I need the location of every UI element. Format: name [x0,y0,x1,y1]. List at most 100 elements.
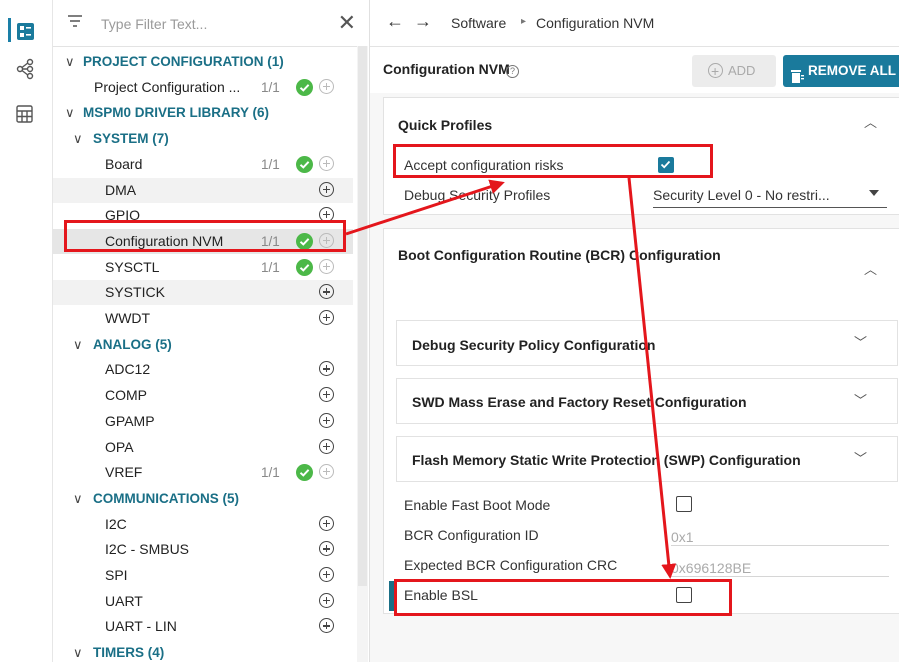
breadcrumb: ← → Software ▸ Configuration NVM [370,0,899,47]
breadcrumb-item-current: Configuration NVM [536,15,655,31]
add-circle-icon[interactable] [319,258,334,274]
select-underline [653,207,887,208]
breadcrumb-separator-icon: ▸ [521,16,527,27]
add-circle-icon[interactable] [319,438,334,454]
tree-item-label: UART [105,592,143,609]
expand-chevron-down-icon[interactable]: ﹀ [854,332,867,351]
remove-all-button[interactable]: REMOVE ALL [783,55,899,87]
debug-policy-section[interactable]: Debug Security Policy Configuration ﹀ [396,320,898,366]
tree-item[interactable]: VREF 1/1 [53,460,353,485]
add-circle-icon[interactable] [319,567,334,582]
debug-profiles-select[interactable]: Security Level 0 - No restri... [653,187,830,203]
bcr-title: Boot Configuration Routine (BCR) Configu… [398,247,721,263]
tree-category[interactable]: ∨ PROJECT CONFIGURATION (1) [53,49,353,74]
add-button-label: ADD [728,63,756,78]
tree-item[interactable]: COMP [53,383,353,408]
instance-count: 1/1 [261,259,280,275]
tree-item[interactable]: GPAMP [53,409,353,434]
tree-category[interactable]: ∨ COMMUNICATIONS (5) [53,486,353,511]
input-underline [671,545,889,546]
add-circle-icon[interactable] [319,464,334,480]
bcr-crc-label: Expected BCR Configuration CRC [404,557,618,573]
tree-category-label: ANALOG (5) [93,336,172,352]
hierarchy-icon[interactable] [8,52,42,86]
tree-item[interactable]: WWDT [53,306,353,331]
tree-category[interactable]: ∨ TIMERS (4) [53,640,353,665]
add-circle-icon[interactable] [319,592,334,608]
collapse-chevron-up-icon[interactable]: ︿ [864,112,877,131]
add-circle-icon[interactable] [319,412,334,428]
add-circle-icon[interactable] [319,232,334,248]
enable-bsl-label: Enable BSL [404,587,478,603]
tree-item[interactable]: Board 1/1 [53,152,353,177]
tree-item[interactable]: SPI [53,563,353,588]
filter-icon[interactable] [67,14,83,33]
swd-mass-erase-section[interactable]: SWD Mass Erase and Factory Reset Configu… [396,378,898,424]
tree-category[interactable]: ∨ SYSTEM (7) [53,126,353,151]
add-button[interactable]: + ADD [692,55,776,87]
chevron-down-icon[interactable]: ∨ [73,126,83,151]
chevron-down-icon[interactable]: ∨ [73,640,83,665]
chevron-down-icon[interactable]: ∨ [65,49,75,74]
enable-bsl-checkbox[interactable] [676,587,692,603]
filter-bar: Type Filter Text... ✕ [53,0,368,47]
tree-item[interactable]: UART - LIN [53,614,353,639]
quick-profiles-card: Quick Profiles ︿ Accept configuration ri… [383,97,899,215]
add-circle-icon[interactable] [319,515,334,531]
swp-section[interactable]: Flash Memory Static Write Protection (SW… [396,436,898,482]
add-circle-icon[interactable] [319,181,334,197]
help-icon[interactable]: ? [506,65,519,78]
tree-item[interactable]: UART [53,589,353,614]
fast-boot-checkbox[interactable] [676,496,692,512]
layout-icon[interactable] [8,14,42,48]
expand-chevron-down-icon[interactable]: ﹀ [854,390,867,409]
tree-item-label: GPAMP [105,412,155,429]
tree-item[interactable]: DMA [53,177,353,203]
add-circle-icon[interactable] [319,207,334,223]
back-arrow-icon[interactable]: ← [386,11,404,32]
tree-item[interactable]: SYSTICK [53,280,353,306]
bcr-config-id-label: BCR Configuration ID [404,527,539,543]
add-circle-icon[interactable] [319,78,334,94]
tree-item[interactable]: ADC12 [53,357,353,382]
tree-item[interactable]: OPA [53,435,353,460]
chevron-down-icon[interactable]: ∨ [73,332,83,357]
tree-item[interactable]: I2C [53,512,353,537]
add-circle-icon[interactable] [319,361,334,377]
tree-scrollbar[interactable] [357,46,368,662]
scroll-thumb[interactable] [358,46,367,586]
add-circle-icon[interactable] [319,155,334,171]
bcr-config-id-input[interactable]: 0x1 [671,529,694,545]
close-icon[interactable]: ✕ [338,10,356,36]
forward-arrow-icon[interactable]: → [414,11,432,32]
instance-count: 1/1 [261,233,280,249]
add-circle-icon[interactable] [319,618,334,634]
input-underline [671,576,889,577]
tree-item[interactable]: Configuration NVM 1/1 [53,228,353,254]
tree-item-label: ADC12 [105,361,151,378]
add-circle-icon[interactable] [319,284,334,300]
bcr-crc-input[interactable]: 0x696128BE [671,560,751,576]
tree-item[interactable]: I2C - SMBUS [53,537,353,562]
check-circle-icon [296,155,313,173]
dropdown-caret-icon[interactable] [869,190,879,196]
collapse-chevron-up-icon[interactable]: ︿ [864,259,877,278]
fast-boot-label: Enable Fast Boot Mode [404,497,551,513]
tree-item-label: GPIO [105,207,141,224]
chevron-down-icon[interactable]: ∨ [73,486,83,511]
add-circle-icon[interactable] [319,310,334,325]
tree-item[interactable]: Project Configuration ... 1/1 [53,75,353,100]
tree-category[interactable]: ∨ MSPM0 DRIVER LIBRARY (6) [53,100,353,125]
add-circle-icon[interactable] [319,387,334,403]
calculator-icon[interactable] [8,97,42,131]
accept-risks-checkbox[interactable] [658,157,674,173]
tree-item[interactable]: SYSCTL 1/1 [53,255,353,280]
chevron-down-icon[interactable]: ∨ [65,100,75,125]
expand-chevron-down-icon[interactable]: ﹀ [854,448,867,467]
tree-category[interactable]: ∨ ANALOG (5) [53,332,353,357]
tree-category-label: SYSTEM (7) [93,131,169,147]
filter-input[interactable]: Type Filter Text... [101,16,207,32]
add-circle-icon[interactable] [319,541,334,557]
tree-item[interactable]: GPIO [53,203,353,228]
breadcrumb-item-software[interactable]: Software [451,15,506,31]
